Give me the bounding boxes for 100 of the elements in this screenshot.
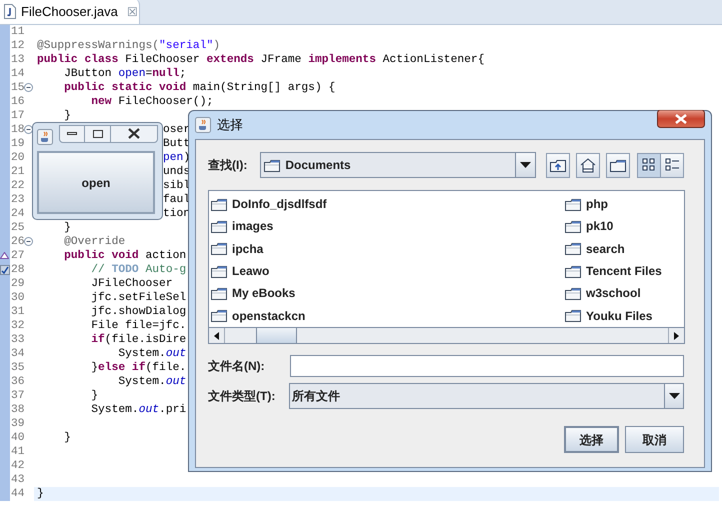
line-number: 38 [11,403,25,417]
folder-icon [211,309,227,322]
line-number: 14 [11,67,25,81]
folder-item[interactable]: images [209,215,563,238]
toolbar-button[interactable] [660,152,684,178]
line-number: 36 [11,375,25,389]
code-line: System.out [117,348,186,360]
code-line: jfc.showDialog [90,306,186,318]
line-number: 22 [11,179,25,193]
java-file-icon [4,4,16,19]
code-line: } [63,110,71,122]
dropdown-arrow-icon [668,393,680,399]
line-number: 37 [11,389,25,403]
look-in-label: 查找(I): [208,157,248,174]
folder-icon [565,242,581,256]
code-line: JFileChooser [90,278,173,290]
code-line: @SuppressWarnings("serial") [37,40,220,52]
tab-close-button[interactable]: ☒ [126,2,138,20]
toolbar-button[interactable] [576,152,600,178]
look-in-dropdown[interactable]: Documents [260,152,536,178]
folder-item[interactable]: DoInfo_djsdlfsdf [209,193,563,215]
up-folder-icon [550,158,566,172]
code-line: pen) [163,152,190,164]
folder-icon [565,198,581,210]
folder-icon [211,220,227,233]
line-number: 34 [11,347,25,361]
folder-item[interactable]: php [563,193,684,215]
line-number: 33 [11,333,25,347]
close-button[interactable] [657,110,705,128]
line-number: 42 [11,459,25,473]
line-number: 35 [11,361,25,375]
code-line: sibl [163,180,190,192]
folder-item[interactable]: ipcha [209,238,563,260]
code-line: System.out.pri [90,404,186,416]
folder-icon [211,198,227,210]
grid-view-icon [642,158,656,172]
dialog-button[interactable]: 选择 [564,426,619,453]
line-number: 26 [11,235,25,249]
code-line: oser [163,124,190,136]
folder-icon [211,242,227,256]
open-button[interactable]: open [37,151,155,214]
line-number: 44 [11,487,25,501]
dialog-button[interactable]: 取消 [625,426,684,453]
folder-icon [565,264,581,278]
folder-icon [211,286,227,300]
code-line: Butt [163,138,190,150]
line-number: 28 [11,263,25,277]
folder-item[interactable]: openstackcn [209,304,563,327]
home-icon [580,158,596,172]
scroll-right-icon[interactable] [674,332,679,340]
fold-icon[interactable] [24,237,33,246]
folder-icon [565,220,581,233]
scrollbar-thumb[interactable] [256,328,297,343]
line-number: 30 [11,291,25,305]
folder-item[interactable]: Tencent Files [563,260,684,282]
folder-item[interactable]: search [563,238,684,260]
line-number: 23 [11,193,25,207]
folder-item[interactable]: My eBooks [209,282,563,304]
file-type-dropdown[interactable]: 所有文件 [288,383,684,409]
code-line: @Override [63,236,126,248]
coffee-cup-icon [37,128,53,144]
file-name-field[interactable] [290,355,684,377]
line-number: 15 [11,81,25,95]
line-number: 32 [11,319,25,333]
line-number: 27 [11,249,25,263]
folder-icon [610,158,626,172]
code-line: public class FileChooser extends JFrame implements ActionListener{ [37,54,484,66]
line-number: 11 [11,25,25,39]
fold-icon[interactable] [24,125,33,134]
code-line: // TODO Auto-g [90,264,186,276]
code-line: } [37,488,44,500]
folder-item[interactable]: pk10 [563,215,684,238]
code-line: faul [163,194,190,206]
code-line: jfc.setFileSel [90,292,186,304]
toolbar-button[interactable] [606,152,630,178]
toolbar-button[interactable] [637,152,661,178]
line-number: 39 [11,417,25,431]
task-icon [0,265,10,275]
line-number: 16 [11,95,25,109]
scroll-left-icon[interactable] [214,332,219,340]
file-name-label: 文件名(N): [208,358,266,375]
editor-tab[interactable]: FileChooser.java ☒ [0,0,140,24]
code-line: System.out [117,376,186,388]
dialog-title: 选择 [217,116,243,134]
line-number: 24 [11,207,25,221]
toolbar-button[interactable] [546,152,570,178]
tab-title: FileChooser.java [21,2,118,21]
folder-item[interactable]: Youku Files [563,304,684,327]
line-number: 29 [11,277,25,291]
line-number: 12 [11,39,25,53]
line-number: 19 [11,137,25,151]
fold-icon[interactable] [24,83,33,92]
folder-icon [264,158,280,172]
folder-item[interactable]: w3school [563,282,684,304]
file-type-label: 文件类型(T): [208,388,276,405]
line-number: 20 [11,151,25,165]
line-number: 18 [11,123,25,137]
folder-item[interactable]: Leawo [209,260,563,282]
folder-icon [565,309,581,322]
horizontal-scrollbar[interactable] [209,327,684,343]
